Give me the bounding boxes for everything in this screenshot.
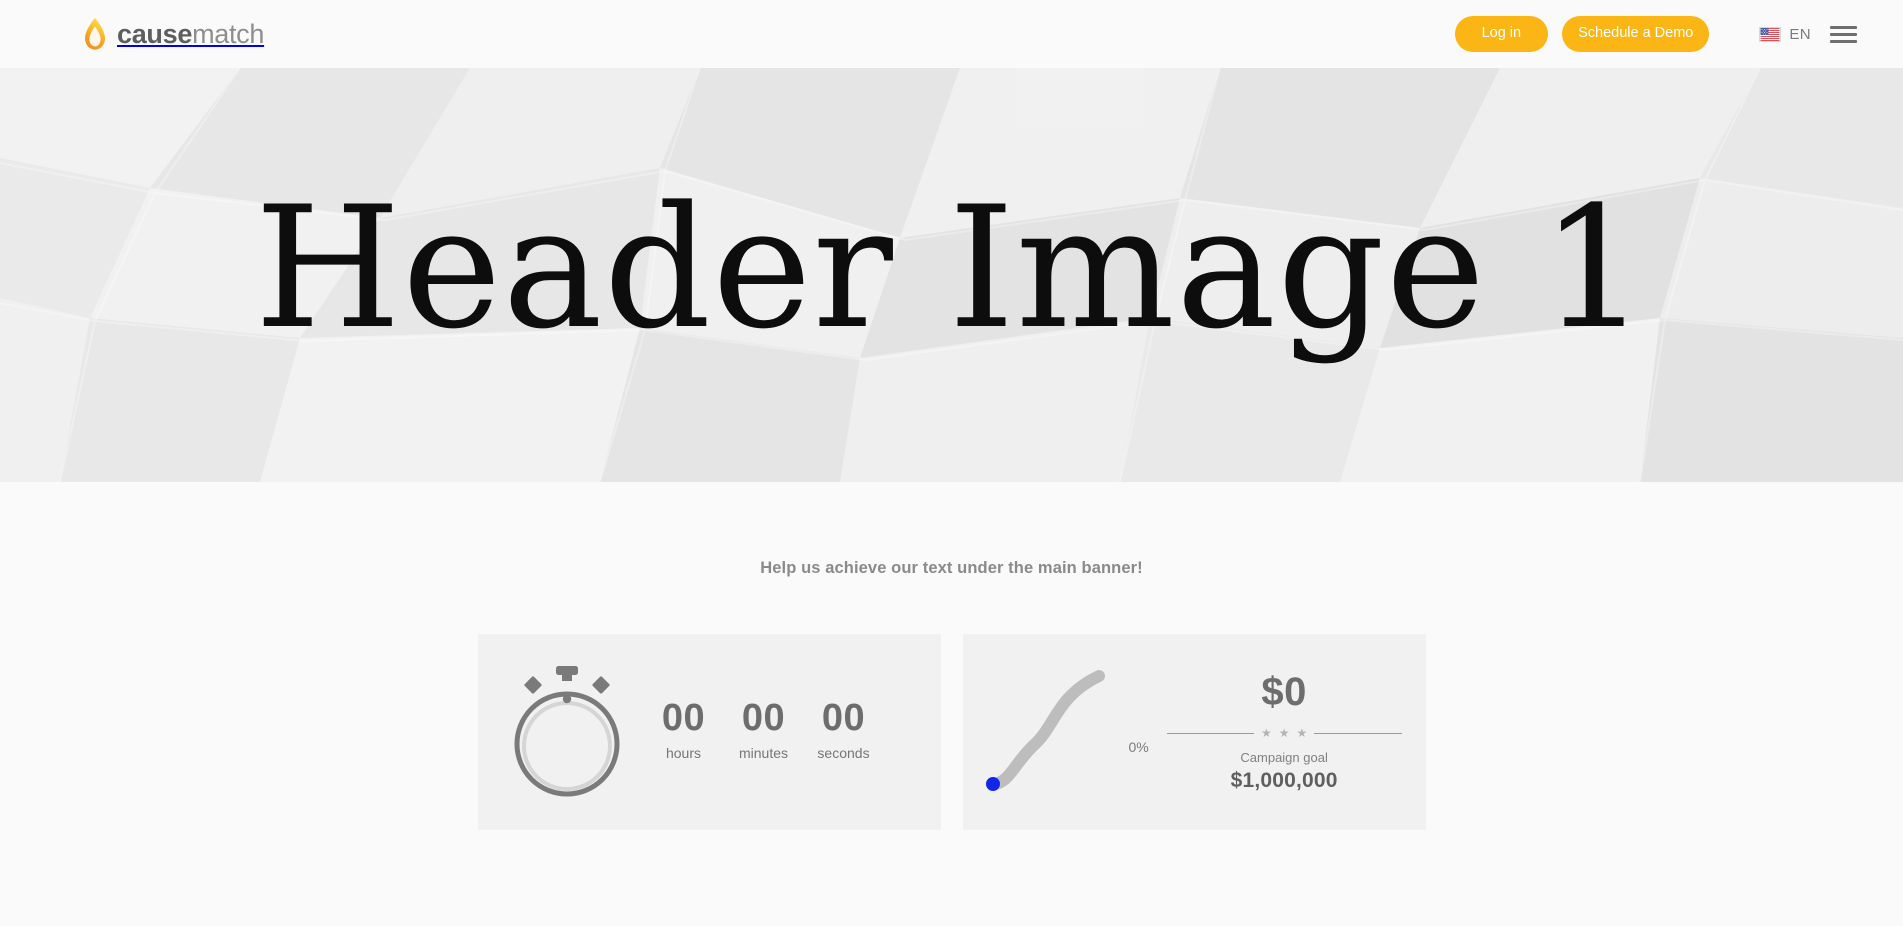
countdown-hours-label: hours — [665, 745, 702, 762]
countdown-unit-hours: 00 hours — [644, 696, 724, 762]
countdown-card: 00 hours 00 minutes 00 seconds — [477, 634, 941, 830]
countdown-minutes-value: 00 — [741, 696, 786, 739]
countdown-hours-value: 00 — [661, 696, 706, 739]
progress-curve-graphic — [985, 670, 1105, 791]
amount-raised: $0 — [1261, 670, 1307, 714]
goal-summary: $0 ★ ★ ★ Campaign goal $1,000,000 — [1149, 671, 1408, 793]
login-button[interactable]: Log in — [1454, 16, 1549, 52]
hamburger-menu-icon[interactable] — [1830, 24, 1857, 45]
main-content: Help us achieve our text under the main … — [0, 482, 1903, 830]
campaign-tagline: Help us achieve our text under the main … — [760, 559, 1143, 577]
hamburger-line-top — [1830, 25, 1857, 29]
countdown-minutes-label: minutes — [738, 745, 789, 762]
nav-actions: Log in Schedule a Demo EN — [1454, 16, 1857, 52]
stopwatch-icon — [514, 666, 619, 797]
hero-title: Header Image 1 — [254, 170, 1649, 366]
hamburger-line-middle — [1830, 32, 1857, 36]
countdown-unit-minutes: 00 minutes — [724, 696, 804, 762]
flame-logo-icon — [85, 18, 105, 50]
language-selector[interactable]: EN — [1759, 26, 1811, 43]
progress-start-marker — [985, 777, 1000, 791]
brand-name-bold: cause — [117, 18, 193, 49]
countdown-seconds-label: seconds — [817, 745, 870, 762]
campaign-goal-card: 0% $0 ★ ★ ★ Campaign goal $1,000,000 — [962, 634, 1426, 830]
top-navigation-bar: causematch Log in Schedule a Demo EN — [0, 0, 1903, 68]
language-code-label: EN — [1789, 25, 1811, 43]
countdown-units: 00 hours 00 minutes 00 seconds — [644, 696, 884, 766]
us-flag-icon — [1759, 26, 1782, 42]
star-divider: ★ ★ ★ — [1166, 726, 1402, 740]
divider-line-right — [1314, 732, 1402, 734]
divider-line-left — [1166, 732, 1254, 734]
divider-star-1: ★ — [1260, 726, 1272, 740]
divider-star-2: ★ — [1278, 726, 1290, 740]
countdown-seconds-value: 00 — [821, 696, 866, 739]
brand-name-light: match — [192, 18, 265, 49]
countdown-unit-seconds: 00 seconds — [804, 696, 884, 762]
brand-wordmark: causematch — [117, 18, 265, 49]
schedule-demo-button[interactable]: Schedule a Demo — [1562, 16, 1710, 52]
hamburger-line-bottom — [1830, 39, 1857, 43]
progress-percent-label: 0% — [1128, 739, 1149, 755]
brand-logo[interactable]: causematch — [82, 14, 264, 54]
stats-card-row: 00 hours 00 minutes 00 seconds 0% $0 ★ ★… — [0, 634, 1903, 830]
divider-star-3: ★ — [1296, 726, 1308, 740]
campaign-goal-label: Campaign goal — [1240, 750, 1328, 765]
campaign-goal-amount: $1,000,000 — [1230, 769, 1338, 792]
hero-banner: Header Image 1 — [0, 68, 1903, 482]
